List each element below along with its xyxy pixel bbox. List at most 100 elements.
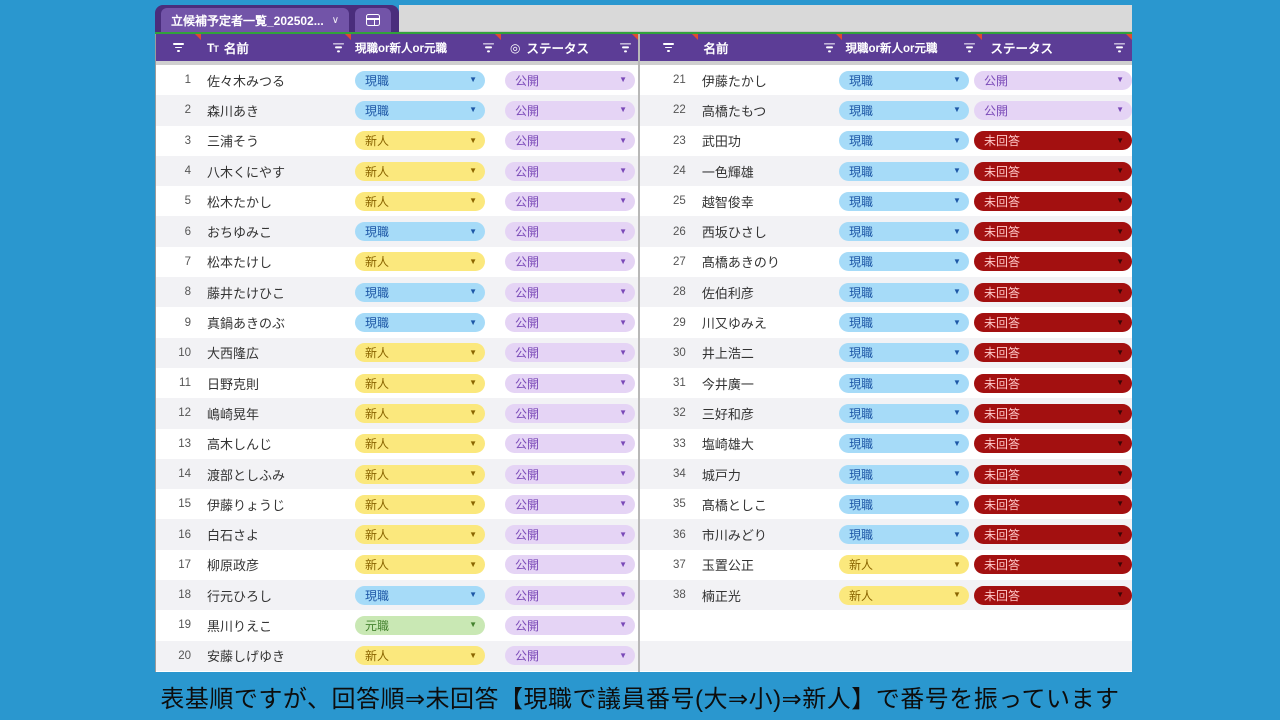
name-cell[interactable]: 安藤しげゆき [201, 641, 351, 671]
filter-icon[interactable] [824, 43, 835, 52]
status-select-pill[interactable]: 公開▼ [505, 101, 635, 120]
status-select-pill[interactable]: 公開▼ [974, 71, 1132, 90]
role-select-pill[interactable]: 新人▼ [839, 586, 969, 605]
chevron-down-icon[interactable]: ▼ [619, 591, 627, 599]
status-select-pill[interactable]: 公開▼ [505, 586, 635, 605]
status-select-pill[interactable]: 公開▼ [974, 101, 1132, 120]
role-cell[interactable]: 現職▼ [835, 489, 970, 519]
chevron-down-icon[interactable]: ▼ [953, 76, 961, 84]
role-select-pill[interactable]: 新人▼ [355, 374, 485, 393]
role-select-pill[interactable]: 現職▼ [839, 222, 969, 241]
name-cell[interactable]: 城戸力 [696, 459, 835, 489]
role-select-pill[interactable]: 現職▼ [839, 162, 969, 181]
name-cell[interactable]: 柳原政彦 [201, 550, 351, 580]
row-number[interactable]: 22 [640, 95, 696, 125]
chevron-down-icon[interactable]: ▼ [619, 76, 627, 84]
name-cell[interactable]: 三浦そう [201, 126, 351, 156]
name-cell[interactable]: 越智俊幸 [696, 186, 835, 216]
status-cell[interactable]: 未回答▼ [970, 186, 1132, 216]
status-cell[interactable]: 未回答▼ [970, 307, 1132, 337]
name-cell[interactable]: 玉置公正 [696, 550, 835, 580]
role-cell[interactable]: 新人▼ [351, 398, 501, 428]
role-select-pill[interactable]: 現職▼ [839, 434, 969, 453]
status-select-pill[interactable]: 公開▼ [505, 192, 635, 211]
row-number[interactable]: 37 [640, 550, 696, 580]
role-select-pill[interactable]: 新人▼ [355, 525, 485, 544]
role-cell[interactable] [842, 641, 982, 671]
filter-icon[interactable] [483, 43, 494, 52]
header-role-column[interactable]: 現職or新人or元職 [351, 34, 501, 61]
chevron-down-icon[interactable]: ▼ [619, 621, 627, 629]
role-select-pill[interactable]: 現職▼ [839, 131, 969, 150]
name-cell[interactable]: 日野克則 [201, 368, 351, 398]
chevron-down-icon[interactable]: ▼ [469, 349, 477, 357]
sheet-tab[interactable]: 立候補予定者一覧_202502... ∨ [161, 8, 349, 32]
status-cell[interactable]: 公開▼ [501, 186, 638, 216]
status-cell[interactable] [982, 610, 1133, 640]
status-select-pill[interactable]: 公開▼ [505, 374, 635, 393]
role-cell[interactable]: 現職▼ [835, 156, 970, 186]
row-number[interactable]: 19 [156, 610, 201, 640]
chevron-down-icon[interactable]: ▼ [1116, 500, 1124, 508]
role-select-pill[interactable]: 新人▼ [355, 555, 485, 574]
chevron-down-icon[interactable]: ▼ [619, 106, 627, 114]
chevron-down-icon[interactable]: ▼ [469, 137, 477, 145]
status-select-pill[interactable]: 未回答▼ [974, 465, 1132, 484]
role-cell[interactable]: 現職▼ [835, 459, 970, 489]
status-cell[interactable]: 公開▼ [501, 580, 638, 610]
role-cell[interactable]: 現職▼ [835, 247, 970, 277]
role-cell[interactable]: 現職▼ [351, 216, 501, 246]
role-select-pill[interactable]: 現職▼ [839, 313, 969, 332]
chevron-down-icon[interactable]: ▼ [469, 76, 477, 84]
status-cell[interactable]: 未回答▼ [970, 247, 1132, 277]
status-cell[interactable]: 公開▼ [970, 65, 1132, 95]
row-number[interactable] [640, 610, 698, 640]
status-cell[interactable]: 未回答▼ [970, 459, 1132, 489]
status-select-pill[interactable]: 公開▼ [505, 71, 635, 90]
status-cell[interactable]: 未回答▼ [970, 429, 1132, 459]
row-number[interactable]: 10 [156, 338, 201, 368]
status-select-pill[interactable]: 公開▼ [505, 646, 635, 665]
row-number[interactable]: 30 [640, 338, 696, 368]
role-select-pill[interactable]: 現職▼ [839, 252, 969, 271]
header-gutter[interactable] [156, 34, 201, 61]
chevron-down-icon[interactable]: ▼ [469, 409, 477, 417]
chevron-down-icon[interactable]: ▼ [619, 167, 627, 175]
status-select-pill[interactable]: 公開▼ [505, 616, 635, 635]
role-cell[interactable]: 現職▼ [835, 126, 970, 156]
chevron-down-icon[interactable]: ▼ [469, 319, 477, 327]
role-select-pill[interactable]: 新人▼ [355, 404, 485, 423]
chevron-down-icon[interactable]: ▼ [619, 470, 627, 478]
status-cell[interactable]: 公開▼ [501, 95, 638, 125]
role-cell[interactable]: 新人▼ [351, 489, 501, 519]
role-cell[interactable]: 現職▼ [835, 277, 970, 307]
status-select-pill[interactable]: 未回答▼ [974, 404, 1132, 423]
chevron-down-icon[interactable]: ▼ [619, 228, 627, 236]
chevron-down-icon[interactable]: ▼ [469, 652, 477, 660]
status-select-pill[interactable]: 未回答▼ [974, 586, 1132, 605]
name-cell[interactable]: 西坂ひさし [696, 216, 835, 246]
role-cell[interactable]: 現職▼ [835, 338, 970, 368]
name-cell[interactable]: 武田功 [696, 126, 835, 156]
role-select-pill[interactable]: 新人▼ [355, 162, 485, 181]
status-cell[interactable]: 未回答▼ [970, 338, 1132, 368]
status-select-pill[interactable]: 未回答▼ [974, 131, 1132, 150]
chevron-down-icon[interactable]: ▼ [619, 319, 627, 327]
row-number[interactable]: 18 [156, 580, 201, 610]
status-cell[interactable]: 公開▼ [501, 368, 638, 398]
chevron-down-icon[interactable]: ▼ [469, 621, 477, 629]
role-select-pill[interactable]: 現職▼ [839, 343, 969, 362]
role-cell[interactable]: 新人▼ [351, 519, 501, 549]
row-number[interactable]: 11 [156, 368, 201, 398]
filter-icon[interactable] [663, 43, 674, 52]
name-cell[interactable]: 大西隆広 [201, 338, 351, 368]
name-cell[interactable]: 高木しんじ [201, 429, 351, 459]
status-select-pill[interactable]: 公開▼ [505, 313, 635, 332]
status-cell[interactable]: 未回答▼ [970, 156, 1132, 186]
status-select-pill[interactable]: 公開▼ [505, 252, 635, 271]
row-number[interactable]: 8 [156, 277, 201, 307]
chevron-down-icon[interactable]: ▼ [619, 561, 627, 569]
status-select-pill[interactable]: 公開▼ [505, 222, 635, 241]
chevron-down-icon[interactable]: ▼ [953, 349, 961, 357]
name-cell[interactable]: 井上浩二 [696, 338, 835, 368]
